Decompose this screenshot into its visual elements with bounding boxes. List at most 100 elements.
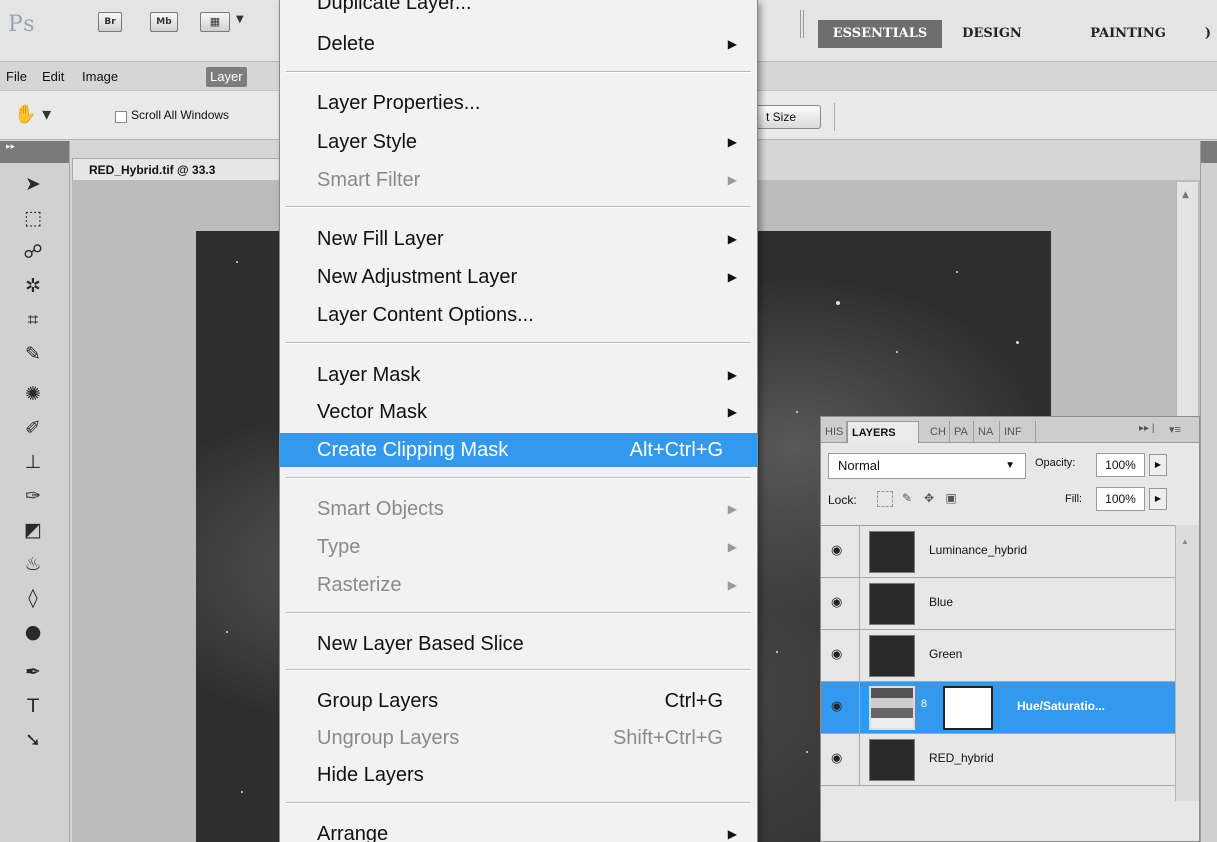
submenu-arrow-icon: ▶ [727,37,737,51]
layer-row-blue[interactable]: ◉ Blue [821,578,1175,630]
eyedropper-tool-icon[interactable]: ✎ [18,341,48,367]
pen-tool-icon[interactable]: ✒ [18,659,48,685]
lock-paint-icon[interactable]: ✎ [899,491,915,507]
history-brush-tool-icon[interactable]: ✑ [18,483,48,509]
layer-name: RED_hybrid [929,751,994,765]
type-tool-icon[interactable]: T [18,693,48,719]
menu-item-duplicate-layer[interactable]: Duplicate Layer... [280,0,757,20]
brush-tool-icon[interactable]: ✐ [18,415,48,441]
menu-item-layer-content-options[interactable]: Layer Content Options... [280,298,757,332]
workspace-more[interactable]: ) [1202,20,1214,48]
layer-row-hue-saturation[interactable]: ◉ 8 Hue/Saturatio... [821,682,1175,734]
tab-navigator[interactable]: NA [974,421,1000,443]
menu-item-hide-layers[interactable]: Hide Layers [280,758,757,792]
tab-layers[interactable]: LAYERS [847,421,919,443]
menu-item-label: New Fill Layer [317,228,444,250]
marquee-tool-icon[interactable]: ⬚ [18,205,48,231]
fill-input[interactable]: 100% [1096,487,1145,511]
menu-item-delete[interactable]: Delete ▶ [280,27,757,61]
menu-item-rasterize[interactable]: Rasterize ▶ [280,568,757,602]
lock-transparency-icon[interactable] [877,491,893,507]
layer-row-red-hybrid[interactable]: ◉ RED_hybrid [821,734,1175,786]
menu-item-ungroup-layers[interactable]: Ungroup Layers Shift+Ctrl+G [280,721,757,755]
tools-panel-header[interactable]: ▸▸ [0,141,69,163]
minibridge-button[interactable]: Mb [150,12,178,32]
opacity-slider-button[interactable]: ▶ [1149,454,1167,476]
eye-icon[interactable]: ◉ [831,751,851,765]
path-selection-tool-icon[interactable]: ➘ [18,727,48,753]
tab-info[interactable]: INF [1000,421,1036,443]
lock-position-icon[interactable]: ✥ [921,491,937,507]
fill-slider-button[interactable]: ▶ [1149,488,1167,510]
crop-tool-icon[interactable]: ⌗ [18,307,48,333]
workspace-essentials[interactable]: ESSENTIALS [818,20,942,48]
eye-icon[interactable]: ◉ [831,699,851,713]
menu-item-create-clipping-mask[interactable]: Create Clipping Mask Alt+Ctrl+G [280,433,757,467]
mask-thumbnail[interactable] [943,686,993,730]
layer-thumbnail [869,531,915,573]
menu-item-label: Smart Objects [317,498,444,520]
quick-selection-tool-icon[interactable]: ✲ [18,273,48,299]
blend-mode-select[interactable]: Normal ▼ [828,453,1026,479]
menu-item-label: Ungroup Layers [317,727,460,749]
lasso-tool-icon[interactable]: ☍ [18,239,48,265]
hand-tool-icon[interactable]: ✋ ▾ [14,104,58,130]
layer-row-green[interactable]: ◉ Green [821,630,1175,682]
submenu-arrow-icon: ▶ [727,232,737,246]
menu-item-group-layers[interactable]: Group Layers Ctrl+G [280,684,757,718]
menu-item-smart-filter[interactable]: Smart Filter ▶ [280,163,757,197]
blur-tool-icon[interactable]: ◊ [18,585,48,611]
menu-item-layer-style[interactable]: Layer Style ▶ [280,125,757,159]
collapsed-panel-header[interactable] [1201,141,1217,163]
paint-bucket-tool-icon[interactable]: ♨ [18,551,48,577]
more-tabs-icon[interactable]: ▸▸ | [1139,423,1154,434]
chevron-down-icon[interactable]: ▼ [236,14,244,25]
eye-icon[interactable]: ◉ [831,647,851,661]
menu-item-new-adjustment-layer[interactable]: New Adjustment Layer ▶ [280,260,757,294]
menu-file[interactable]: File [2,67,31,87]
menu-item-label: Vector Mask [317,401,428,423]
scroll-up-icon[interactable]: ▲ [1182,190,1189,200]
scroll-all-windows-checkbox[interactable] [115,111,127,123]
tab-channels[interactable]: CH [926,421,950,443]
scroll-up-icon[interactable]: ▲ [1181,537,1189,546]
menu-edit[interactable]: Edit [38,67,68,87]
bridge-button[interactable]: Br [98,12,122,32]
eye-icon[interactable]: ◉ [831,595,851,609]
menu-item-type[interactable]: Type ▶ [280,530,757,564]
spot-healing-tool-icon[interactable]: ✺ [18,381,48,407]
clone-stamp-tool-icon[interactable]: ⊥ [18,449,48,475]
layers-scrollbar[interactable] [1175,525,1199,801]
fill-label: Fill: [1065,493,1083,505]
layer-row-luminance-hybrid[interactable]: ◉ Luminance_hybrid [821,526,1175,578]
menu-item-arrange[interactable]: Arrange ▶ [280,817,757,842]
menu-item-label: Duplicate Layer... [317,0,472,14]
move-tool-icon[interactable]: ➤ [18,171,48,197]
menu-item-label: Layer Content Options... [317,304,534,326]
arrange-documents-icon[interactable]: ▦ [200,12,230,32]
menu-image[interactable]: Image [78,67,122,87]
menu-item-layer-mask[interactable]: Layer Mask ▶ [280,358,757,392]
print-size-button[interactable]: t Size [755,105,821,129]
menu-item-vector-mask[interactable]: Vector Mask ▶ [280,395,757,429]
eraser-tool-icon[interactable]: ◩ [18,517,48,543]
dodge-tool-icon[interactable]: ● [18,619,48,645]
menu-item-layer-properties[interactable]: Layer Properties... [280,86,757,120]
menu-item-new-fill-layer[interactable]: New Fill Layer ▶ [280,222,757,256]
opacity-input[interactable]: 100% [1096,453,1145,477]
workspace-painting[interactable]: PAINTING [1066,20,1190,48]
panel-menu-icon[interactable]: ▾≡ [1169,423,1181,436]
menu-item-label: Group Layers [317,690,439,712]
tab-paths[interactable]: PA [950,421,974,443]
workspace-design[interactable]: DESIGN [946,20,1038,48]
lock-all-icon[interactable]: ▣ [943,491,959,507]
document-tab[interactable]: RED_Hybrid.tif @ 33.3 [72,158,287,180]
adjustment-thumbnail[interactable] [869,686,915,730]
menu-item-new-layer-based-slice[interactable]: New Layer Based Slice [280,627,757,661]
menu-layer[interactable]: Layer [206,67,247,87]
menu-item-smart-objects[interactable]: Smart Objects ▶ [280,492,757,526]
eye-divider [859,682,860,734]
eye-icon[interactable]: ◉ [831,543,851,557]
tab-history[interactable]: HIS [821,421,847,443]
chain-link-icon[interactable]: 8 [921,698,927,710]
